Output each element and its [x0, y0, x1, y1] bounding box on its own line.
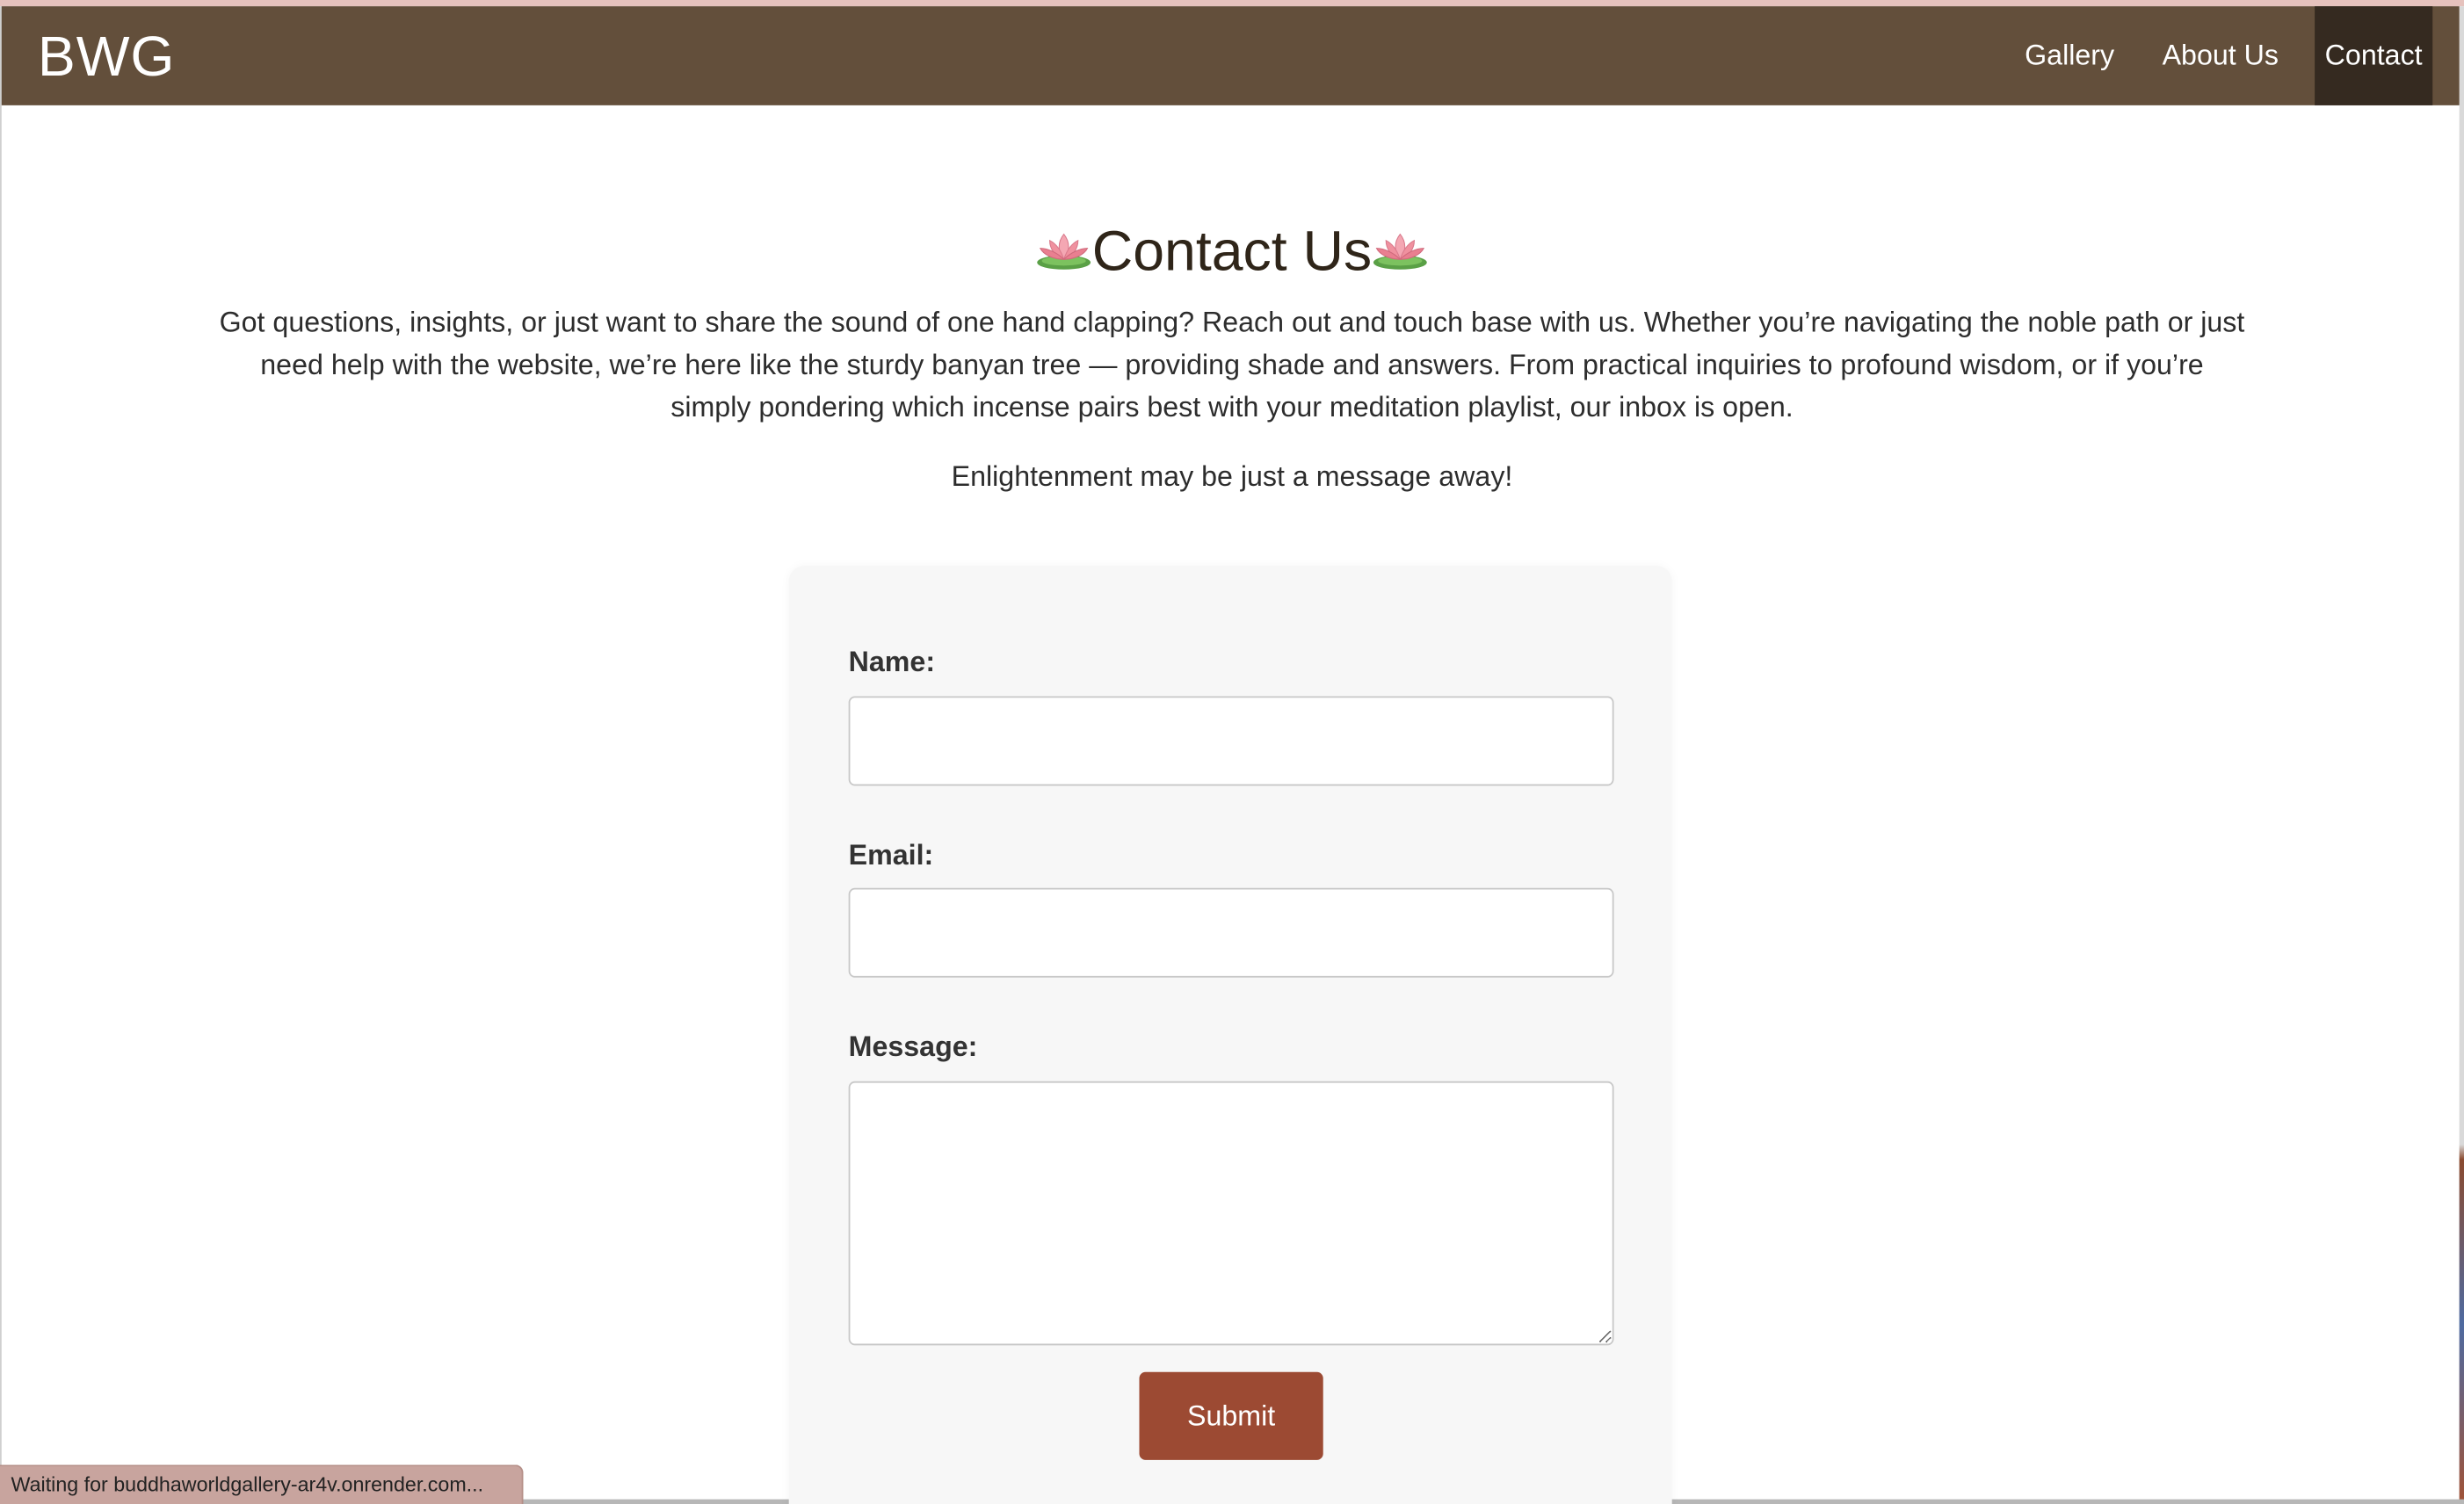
- lotus-icon: [1037, 234, 1091, 271]
- email-input[interactable]: [848, 887, 1614, 978]
- page-title-text: Contact Us: [1091, 218, 1373, 284]
- submit-button[interactable]: Submit: [1139, 1371, 1323, 1460]
- lotus-icon: [1373, 234, 1427, 271]
- navbar: BWG Gallery About Us Contact: [1, 6, 2460, 105]
- intro-paragraph: Got questions, insights, or just want to…: [219, 306, 2245, 423]
- email-label: Email:: [848, 839, 934, 871]
- brand-logo[interactable]: BWG: [38, 25, 175, 89]
- nav-link-about-us[interactable]: About Us: [2139, 6, 2302, 105]
- window-top-edge: [0, 0, 2464, 7]
- page-title: Contact Us: [0, 217, 2464, 286]
- name-label: Name:: [848, 646, 936, 678]
- message-label: Message:: [848, 1030, 978, 1063]
- name-input[interactable]: [848, 696, 1614, 786]
- nav-link-contact[interactable]: Contact: [2315, 6, 2433, 105]
- contact-form: Name: Email: Message: Submit: [788, 566, 1672, 1504]
- nav-link-gallery[interactable]: Gallery: [2004, 6, 2135, 105]
- browser-viewport: BWG Gallery About Us Contact Contact Us …: [0, 0, 2464, 1504]
- tagline: Enlightenment may be just a message away…: [951, 460, 1513, 492]
- browser-status-bar: Waiting for buddhaworldgallery-ar4v.onre…: [0, 1464, 523, 1504]
- message-textarea[interactable]: [848, 1081, 1614, 1346]
